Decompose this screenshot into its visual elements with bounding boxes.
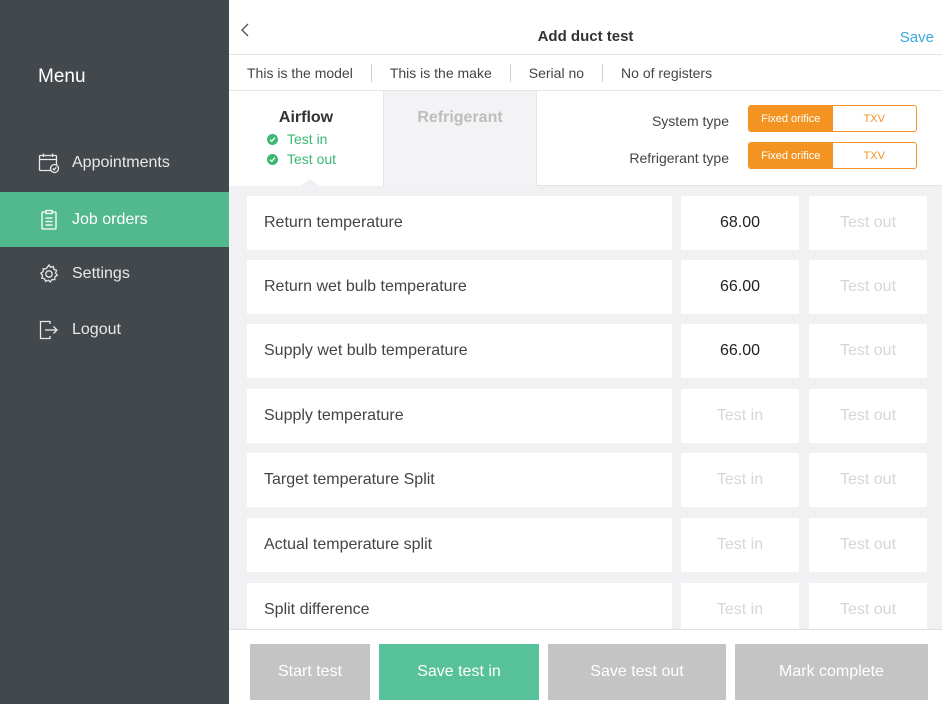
mark-complete-button[interactable]: Mark complete [735, 644, 928, 700]
test-in-field[interactable]: 66.00 [681, 324, 799, 378]
test-in-placeholder: Test in [716, 407, 764, 424]
sidebar-item-job-orders[interactable]: Job orders [0, 192, 229, 247]
measurement-row: Supply wet bulb temperature 66.00 Test out [247, 324, 927, 378]
test-in-field[interactable]: Test in [681, 518, 799, 572]
measurement-label: Actual temperature split [247, 518, 672, 572]
sidebar-item-label: Settings [72, 264, 130, 282]
measurement-label: Supply wet bulb temperature [247, 324, 672, 378]
system-type-toggle: Fixed orifice TXV [748, 105, 917, 132]
tab-label: Refrigerant [417, 109, 503, 126]
save-test-out-button[interactable]: Save test out [548, 644, 726, 700]
test-out-field[interactable]: Test out [809, 389, 927, 443]
serial-text: Serial no [511, 63, 604, 82]
check-circle-icon [267, 133, 278, 145]
status-test-out: Test out [229, 151, 383, 167]
status-test-in: Test in [229, 131, 383, 147]
sidebar-item-settings[interactable]: Settings [0, 246, 229, 301]
status-label: Test out [287, 151, 337, 167]
logout-icon [38, 319, 60, 341]
page-title: Add duct test [537, 28, 634, 45]
unit-info-bar: This is the model This is the make Seria… [229, 55, 942, 91]
test-in-value: 66.00 [719, 342, 761, 359]
test-in-field[interactable]: Test in [681, 389, 799, 443]
measurement-row: Return temperature 68.00 Test out [247, 196, 927, 250]
model-text: This is the model [229, 63, 372, 82]
test-out-field[interactable]: Test out [809, 196, 927, 250]
refrigerant-type-fixed-orifice-option[interactable]: Fixed orifice [749, 143, 833, 168]
measurement-label: Return wet bulb temperature [247, 260, 672, 314]
clipboard-icon [38, 209, 60, 231]
sidebar-item-appointments[interactable]: Appointments [0, 135, 229, 190]
top-bar: Add duct test Save [229, 0, 942, 55]
sidebar-item-label: Appointments [72, 153, 170, 171]
tab-refrigerant[interactable]: Refrigerant [383, 91, 537, 186]
test-out-placeholder: Test out [839, 407, 897, 424]
test-in-placeholder: Test in [716, 601, 764, 618]
test-out-placeholder: Test out [839, 471, 897, 488]
test-out-field[interactable]: Test out [809, 453, 927, 507]
measurement-row: Return wet bulb temperature 66.00 Test out [247, 260, 927, 314]
test-tabs-row: Airflow Test in Test out Refrigerant Sys… [229, 91, 942, 187]
sidebar-item-label: Logout [72, 320, 121, 338]
tab-label: Airflow [278, 109, 334, 126]
test-out-placeholder: Test out [839, 278, 897, 295]
measurement-label: Return temperature [247, 196, 672, 250]
measurement-row: Actual temperature split Test in Test out [247, 518, 927, 572]
refrigerant-type-txv-option[interactable]: TXV [833, 143, 917, 168]
measurement-label: Supply temperature [247, 389, 672, 443]
refrigerant-type-toggle: Fixed orifice TXV [748, 142, 917, 169]
active-tab-pointer [299, 179, 321, 187]
test-in-placeholder: Test in [716, 471, 764, 488]
save-test-in-button[interactable]: Save test in [379, 644, 539, 700]
check-circle-icon [267, 153, 278, 165]
test-in-value: 68.00 [719, 214, 761, 231]
test-out-field[interactable]: Test out [809, 260, 927, 314]
measurement-label: Target temperature Split [247, 453, 672, 507]
save-button[interactable]: Save [900, 29, 934, 46]
registers-text: No of registers [621, 64, 713, 81]
menu-title: Menu [38, 66, 86, 87]
test-out-placeholder: Test out [839, 342, 897, 359]
sidebar-item-label: Job orders [72, 210, 148, 228]
make-text: This is the make [372, 63, 511, 82]
system-type-label: System type [651, 113, 729, 129]
test-out-placeholder: Test out [839, 214, 897, 231]
test-out-placeholder: Test out [839, 536, 897, 553]
tab-airflow[interactable]: Airflow Test in Test out [229, 91, 383, 187]
test-in-field[interactable]: 66.00 [681, 260, 799, 314]
start-test-button[interactable]: Start test [250, 644, 370, 700]
gear-icon [38, 263, 60, 285]
test-in-value: 66.00 [719, 278, 761, 295]
test-in-field[interactable]: 68.00 [681, 196, 799, 250]
main-panel: Add duct test Save This is the model Thi… [229, 0, 942, 704]
system-type-fixed-orifice-option[interactable]: Fixed orifice [749, 106, 833, 131]
calendar-icon [38, 152, 60, 174]
measurement-row: Supply temperature Test in Test out [247, 389, 927, 443]
test-in-placeholder: Test in [716, 536, 764, 553]
test-out-placeholder: Test out [839, 601, 897, 618]
action-bar: Start test Save test in Save test out Ma… [229, 629, 942, 704]
system-type-txv-option[interactable]: TXV [833, 106, 917, 131]
measurement-row: Target temperature Split Test in Test out [247, 453, 927, 507]
refrigerant-type-label: Refrigerant type [629, 150, 729, 166]
test-in-field[interactable]: Test in [681, 453, 799, 507]
sidebar-item-logout[interactable]: Logout [0, 302, 229, 357]
test-out-field[interactable]: Test out [809, 518, 927, 572]
sidebar: Menu Appointments Job orders Settings Lo… [0, 0, 229, 704]
status-label: Test in [287, 131, 328, 147]
test-out-field[interactable]: Test out [809, 324, 927, 378]
